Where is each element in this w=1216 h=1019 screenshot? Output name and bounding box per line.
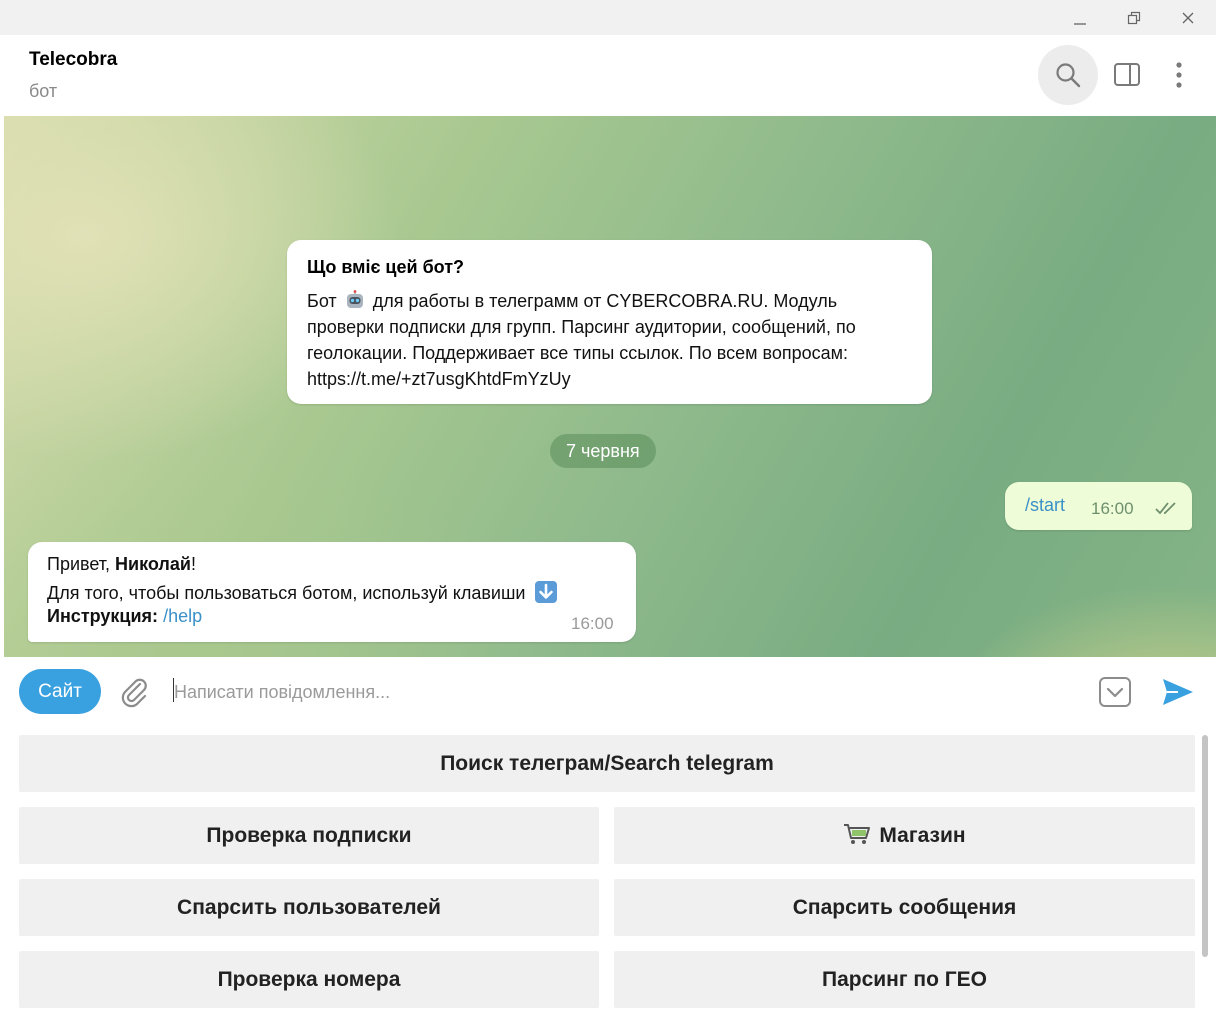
outgoing-message-text[interactable]: /start [1025, 495, 1065, 516]
greeting-exclamation: ! [190, 554, 196, 574]
keyboard-toggle-icon[interactable] [1097, 674, 1133, 710]
parse-messages-button[interactable]: Спарсить сообщения [614, 879, 1195, 936]
shopping-cart-emoji [844, 824, 871, 844]
help-command-link[interactable]: /help [163, 606, 202, 626]
bot-reply-keyboard: Поиск телеграм/Search telegram Проверка … [0, 727, 1216, 1019]
attach-icon[interactable] [116, 674, 152, 710]
keyboard-scrollbar[interactable] [1202, 735, 1208, 957]
check-subscription-button[interactable]: Проверка подписки [19, 807, 599, 864]
greeting-text: Привет, [47, 554, 111, 574]
bot-description-rest: для работы в телеграмм от CYBERCOBRA.RU.… [307, 291, 856, 389]
sidebar-toggle-button[interactable] [1104, 50, 1150, 100]
outgoing-message-time: 16:00 [1091, 499, 1134, 518]
chat-history[interactable]: Що вміє цей бот? Бот для работы в телегр… [4, 116, 1216, 657]
chat-subtitle: бот [29, 81, 58, 101]
geo-parsing-button[interactable]: Парсинг по ГЕО [614, 951, 1195, 1008]
message-composer: Сайт [4, 657, 1216, 727]
bot-description-start: Бот [307, 291, 337, 311]
minimize-icon[interactable] [1056, 0, 1104, 35]
incoming-message-time: 16:00 [571, 614, 614, 633]
bot-description-card: Що вміє цей бот? Бот для работы в телегр… [287, 240, 932, 404]
shop-button-label: Магазин [879, 824, 966, 847]
bot-description-text: Бот для работы в телеграмм от CYBERCOBRA… [307, 288, 917, 392]
search-telegram-button[interactable]: Поиск телеграм/Search telegram [19, 735, 1195, 792]
user-name: Николай [115, 554, 191, 574]
sidebar-toggle-icon [1114, 63, 1140, 86]
close-icon[interactable] [1164, 0, 1212, 35]
parse-users-button[interactable]: Спарсить пользователей [19, 879, 599, 936]
bot-description-title: Що вміє цей бот? [307, 257, 465, 277]
shop-button[interactable]: Магазин [614, 807, 1195, 864]
more-button[interactable] [1156, 50, 1202, 100]
site-button[interactable]: Сайт [19, 669, 101, 714]
more-vertical-icon [1176, 62, 1182, 88]
send-icon[interactable] [1160, 674, 1196, 710]
incoming-help-line: Инструкция: /help [47, 606, 202, 627]
search-icon [1056, 63, 1081, 88]
restore-icon[interactable] [1110, 0, 1158, 35]
check-number-button[interactable]: Проверка номера [19, 951, 599, 1008]
outgoing-message[interactable]: /start 16:00 [1005, 482, 1192, 530]
incoming-greeting-line: Привет, Николай! [47, 554, 196, 575]
robot-emoji [346, 290, 363, 308]
keys-hint-text: Для того, чтобы пользоваться ботом, испо… [47, 583, 526, 603]
incoming-message[interactable]: Привет, Николай! Для того, чтобы пользов… [28, 542, 636, 642]
instruction-label: Инструкция: [47, 606, 159, 626]
search-button[interactable] [1038, 45, 1098, 105]
chat-title[interactable]: Telecobra [29, 49, 117, 71]
window-titlebar [0, 0, 1216, 35]
double-check-icon [1155, 502, 1176, 515]
message-input[interactable] [172, 675, 1076, 709]
incoming-instructions-line: Для того, чтобы пользоваться ботом, испо… [47, 580, 558, 604]
chat-header: Telecobra бот [4, 35, 1216, 117]
down-arrow-emoji [535, 581, 558, 603]
date-separator: 7 червня [550, 434, 656, 468]
